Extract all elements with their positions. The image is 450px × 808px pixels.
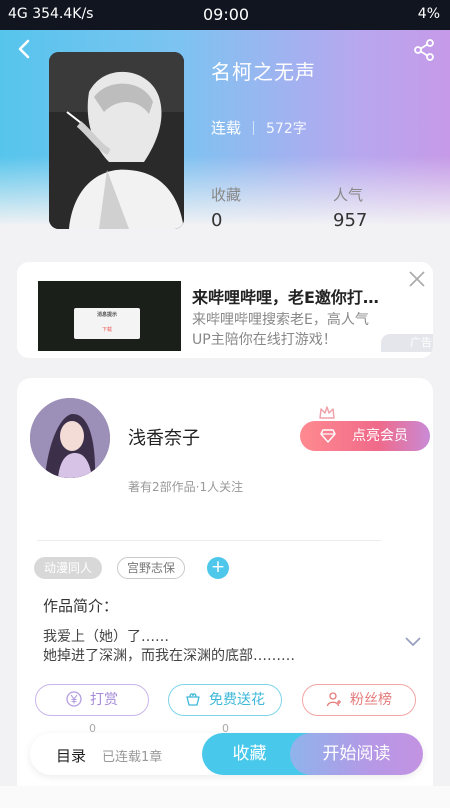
book-status-line: 连载 572字 xyxy=(211,117,307,138)
cover-illustration xyxy=(49,52,184,229)
yen-coin-icon xyxy=(66,691,82,707)
status-bar: 4G 354.4K/s 09:00 4% xyxy=(0,0,450,30)
ad-dialog-title: 消息提示 xyxy=(96,312,117,318)
author-avatar[interactable] xyxy=(30,398,110,478)
reward-label: 打赏 xyxy=(90,692,118,708)
intro-line-1: 我爱上（她）了…… xyxy=(43,629,169,645)
ad-title: 来哔哩哔哩，老E邀你打… xyxy=(192,288,379,307)
favorites-count: 0 xyxy=(211,210,223,231)
flower-cup-icon xyxy=(186,693,200,706)
close-icon[interactable] xyxy=(408,270,426,288)
section-divider xyxy=(37,540,381,541)
popularity-label: 人气 xyxy=(333,186,364,204)
share-icon[interactable] xyxy=(412,38,436,62)
clock: 09:00 xyxy=(203,5,250,24)
fan-ranking-button[interactable]: 粉丝榜 xyxy=(302,684,416,716)
bottom-strip xyxy=(0,786,450,808)
author-name[interactable]: 浅香奈子 xyxy=(128,424,200,450)
ad-line-1: 来哔哩哔哩搜索老E，高人气 xyxy=(192,312,369,328)
send-flower-label: 免费送花 xyxy=(209,692,265,708)
popularity-count: 957 xyxy=(333,210,368,231)
add-tag-button[interactable]: + xyxy=(207,557,229,579)
tag-anime-fanfic[interactable]: 动漫同人 xyxy=(34,557,102,579)
book-title: 名柯之无声 xyxy=(211,60,316,84)
favorites-label: 收藏 xyxy=(211,186,242,204)
ad-banner[interactable]: 消息提示 下载 来哔哩哔哩，老E邀你打… 来哔哩哔哩搜索老E，高人气 UP主陪你… xyxy=(17,262,433,358)
user-plus-icon xyxy=(326,692,341,707)
network-status: 4G 354.4K/s xyxy=(8,6,94,22)
ad-dialog: 消息提示 下载 xyxy=(74,308,140,339)
fan-ranking-label: 粉丝榜 xyxy=(350,692,392,708)
chevron-down-icon[interactable] xyxy=(404,636,422,648)
avatar-illustration xyxy=(30,398,110,478)
crown-icon xyxy=(319,406,335,419)
diamond-icon xyxy=(320,429,336,443)
ad-dialog-button: 下载 xyxy=(101,327,112,333)
book-cover[interactable] xyxy=(49,52,184,229)
chapter-status: 已连载1章 xyxy=(102,750,163,765)
back-arrow-icon[interactable] xyxy=(14,38,36,60)
intro-line-2: 她掉进了深渊，而我在深渊的底部……… xyxy=(43,648,295,664)
bottom-action-bar: 目录 已连载1章 收藏 开始阅读 xyxy=(30,733,423,775)
word-count: 572字 xyxy=(266,121,307,137)
author-meta: 著有2部作品·1人关注 xyxy=(128,480,244,494)
toc-button[interactable]: 目录 xyxy=(56,745,86,766)
intro-label: 作品简介： xyxy=(43,597,119,615)
serial-status: 连载 xyxy=(211,119,242,137)
ad-badge: 广告 xyxy=(381,334,433,352)
start-reading-button[interactable]: 开始阅读 xyxy=(290,733,423,775)
battery-level: 4% xyxy=(417,6,440,22)
vip-label: 点亮会员 xyxy=(352,428,408,444)
ad-image: 消息提示 下载 xyxy=(38,281,181,351)
send-flower-button[interactable]: 免费送花 xyxy=(168,684,282,716)
reward-button[interactable]: 打赏 xyxy=(35,684,149,716)
divider xyxy=(253,121,255,135)
tag-character[interactable]: 宫野志保 xyxy=(117,557,185,579)
